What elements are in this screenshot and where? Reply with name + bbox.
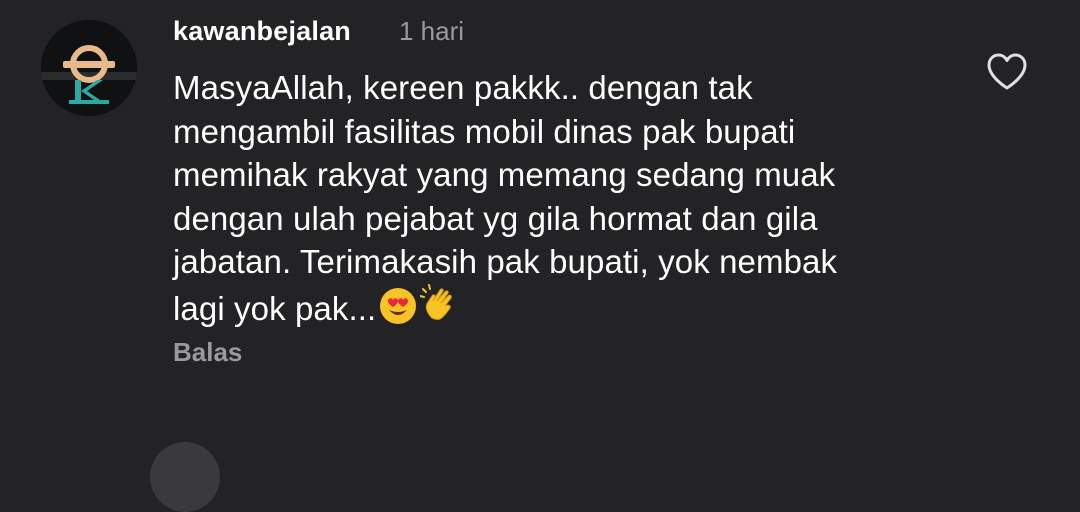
comment-text: MasyaAllah, kereen pakkk.. dengan tak me…: [173, 66, 963, 336]
avatar[interactable]: [150, 442, 220, 512]
comment-text-line: lagi yok pak...: [173, 289, 377, 327]
comment-text-line: jabatan. Terimakasih pak bupati, yok nem…: [173, 243, 838, 280]
comment-text-line: dengan ulah pejabat yg gila hormat dan g…: [173, 199, 818, 237]
like-button[interactable]: [985, 52, 1029, 92]
reply-button[interactable]: Balas: [173, 337, 242, 368]
next-comment-item: [0, 430, 1080, 512]
comment-text-line-last: lagi yok pak...: [173, 283, 963, 337]
comment-text-line: memihak rakyat yang memang sedang muak: [173, 156, 836, 193]
comment-username[interactable]: kawanbejalan: [173, 16, 351, 47]
avatar-logo-icon: [41, 20, 137, 116]
heart-eyes-emoji: [378, 286, 418, 337]
comment-text-line: MasyaAllah, kereen pakkk.. dengan tak: [173, 69, 753, 106]
comment-item: kawanbejalan 1 hari MasyaAllah, kereen p…: [0, 0, 1080, 400]
avatar[interactable]: [41, 20, 137, 116]
clapping-hands-emoji: [419, 283, 462, 337]
comment-timestamp: 1 hari: [399, 16, 465, 46]
comment-text-line: mengambil fasilitas mobil dinas pak bupa…: [173, 112, 796, 150]
heart-outline-icon: [987, 53, 1027, 90]
